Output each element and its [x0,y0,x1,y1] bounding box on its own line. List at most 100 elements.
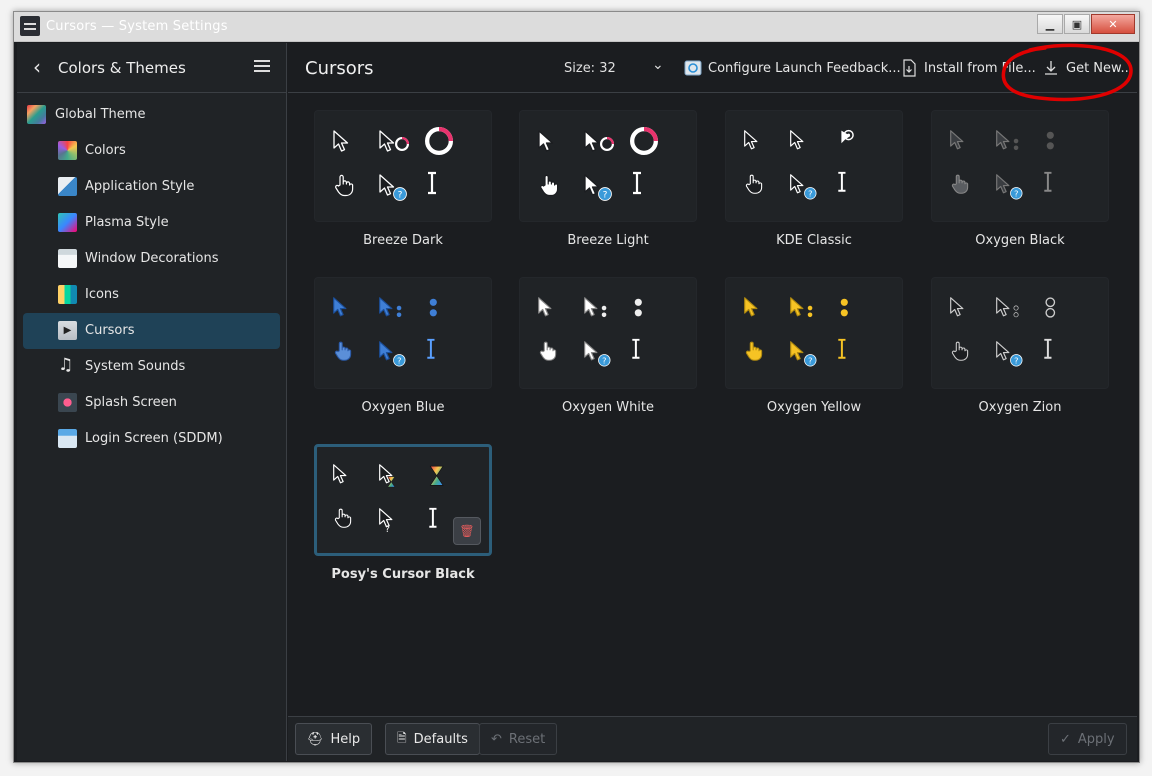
busy-pointer-cursor-icon [582,296,602,318]
svg-text:?: ? [808,356,812,366]
sidebar-item-application-style[interactable]: Application Style [17,169,286,205]
checkmark-icon: ✓ [1060,731,1071,747]
sidebar-list: Global Theme Colors Application Style Plasm… [17,93,286,457]
cursor-theme-name: Breeze Light [567,233,649,248]
sidebar-item-label: Splash Screen [85,395,177,410]
maximize-button[interactable]: ▣ [1064,14,1090,34]
login-screen-icon [58,429,77,448]
sidebar-item-global-theme[interactable]: Global Theme [17,97,286,133]
apply-button[interactable]: ✓ Apply [1048,723,1127,755]
main-panel: Cursors Size: 32 ⌄ Configure Launch Feed… [288,43,1137,761]
busy-pointer-cursor-icon [994,296,1014,318]
cursor-theme-name: Oxygen White [561,400,655,415]
sidebar-item-plasma-style[interactable]: Plasma Style [17,205,286,241]
arrow-cursor-icon [948,296,968,318]
defaults-button[interactable]: 🗎 Defaults [385,723,480,755]
cursor-theme-card[interactable]: ? [931,110,1109,222]
red-annotation-circle [1001,43,1133,102]
hourglass-badge-icon [385,475,398,488]
arrow-cursor-icon [536,296,556,318]
text-cursor-icon [423,507,443,529]
sidebar-item-label: Login Screen (SDDM) [85,431,223,446]
text-cursor-icon [832,338,852,360]
cursor-theme-card[interactable]: ? [314,110,492,222]
global-theme-icon [27,105,46,124]
arrow-cursor-icon [331,463,351,485]
page-title: Cursors [305,58,374,79]
text-cursor-icon [421,338,441,360]
help-badge-icon: ? [393,187,407,201]
wait-cursor-icon [630,127,658,155]
help-badge-icon: ? [1010,354,1023,367]
cursor-theme-name: Oxygen Blue [361,400,445,415]
sidebar-item-colors[interactable]: Colors [17,133,286,169]
back-arrow-icon[interactable]: ‹ [33,57,41,77]
cursors-icon: ▶ [58,321,77,340]
wait-cursor-icon [1044,296,1057,319]
icons-icon [58,285,77,304]
size-dropdown[interactable]: Size: 32 [564,61,616,76]
help-label: Help [330,731,361,747]
help-badge-icon: ? [804,187,817,200]
busy-pointer-cursor-icon [377,296,397,318]
configure-launch-feedback-button[interactable]: Configure Launch Feedback... [684,59,901,77]
chevron-down-icon[interactable]: ⌄ [652,57,664,73]
sidebar-item-system-sounds[interactable]: ♫ System Sounds [17,349,286,385]
busy-pointer-cursor-icon [788,296,808,318]
hand-cursor-icon [744,340,764,362]
help-button[interactable]: ⛑ Help [295,723,373,755]
svg-text:?: ? [385,525,390,534]
sidebar-item-cursors[interactable]: ▶ Cursors [23,313,280,349]
help-badge-icon: ? [383,523,392,535]
minimize-button[interactable]: ▁ [1037,14,1063,34]
cursor-theme-card[interactable]: ? [931,277,1109,389]
cursor-theme-card[interactable]: ? [725,277,903,389]
cursor-theme-name: Oxygen Yellow [766,400,862,415]
colors-icon [58,141,77,160]
cursor-theme-name: Breeze Dark [363,233,443,248]
cursor-theme-card[interactable]: ? [314,277,492,389]
delete-theme-button[interactable]: 🗑 [453,517,481,545]
sidebar-item-label: Global Theme [55,107,146,122]
help-badge-icon: ? [598,354,611,367]
trash-icon: 🗑 [459,524,475,538]
hand-cursor-icon [950,173,970,195]
help-badge-icon: ? [804,354,817,367]
title-bar[interactable]: Cursors — System Settings ▁ ▣ ✕ [14,12,1139,42]
sidebar-item-splash-screen[interactable]: Splash Screen [17,385,286,421]
cursor-theme-name: Oxygen Zion [978,400,1062,415]
hamburger-menu-icon[interactable] [254,60,270,62]
svg-text:?: ? [397,356,401,366]
cursor-theme-card[interactable]: ? [725,110,903,222]
wait-cursor-icon [1044,129,1057,152]
sidebar-item-label: Colors [85,143,126,158]
wait-cursor-icon [425,127,453,155]
wait-cursor-icon [425,463,448,486]
help-badge-icon: ? [598,187,612,201]
wait-cursor-icon [632,296,645,319]
close-button[interactable]: ✕ [1091,14,1135,34]
busy-dots-icon [395,304,403,320]
cursor-theme-card[interactable]: ? 🗑 [314,444,492,556]
sidebar-title: Colors & Themes [58,59,186,77]
arrow-cursor-icon [536,129,558,153]
install-file-icon [903,59,916,77]
cursor-theme-card[interactable]: ? [519,277,697,389]
svg-text:?: ? [603,191,608,201]
apply-label: Apply [1077,731,1115,747]
defaults-icon: 🗎 [397,730,407,745]
busy-badge-icon [395,137,409,151]
text-cursor-icon [1038,171,1058,193]
arrow-cursor-icon [948,129,968,151]
sidebar: ‹ Colors & Themes Global Theme Colors Appl… [17,43,287,761]
sidebar-item-label: Window Decorations [85,251,219,266]
footer-bar: ⛑ Help 🗎 Defaults ↶ Reset ✓ Apply [288,716,1137,761]
cursor-theme-card[interactable]: ? [519,110,697,222]
reset-button[interactable]: ↶ Reset [479,723,558,755]
sidebar-item-icons[interactable]: Icons [17,277,286,313]
splash-screen-icon [58,393,77,412]
window-decorations-icon [58,249,77,268]
launch-feedback-icon [684,60,702,76]
sidebar-item-login-screen-sddm[interactable]: Login Screen (SDDM) [17,421,286,457]
sidebar-item-window-decorations[interactable]: Window Decorations [17,241,286,277]
